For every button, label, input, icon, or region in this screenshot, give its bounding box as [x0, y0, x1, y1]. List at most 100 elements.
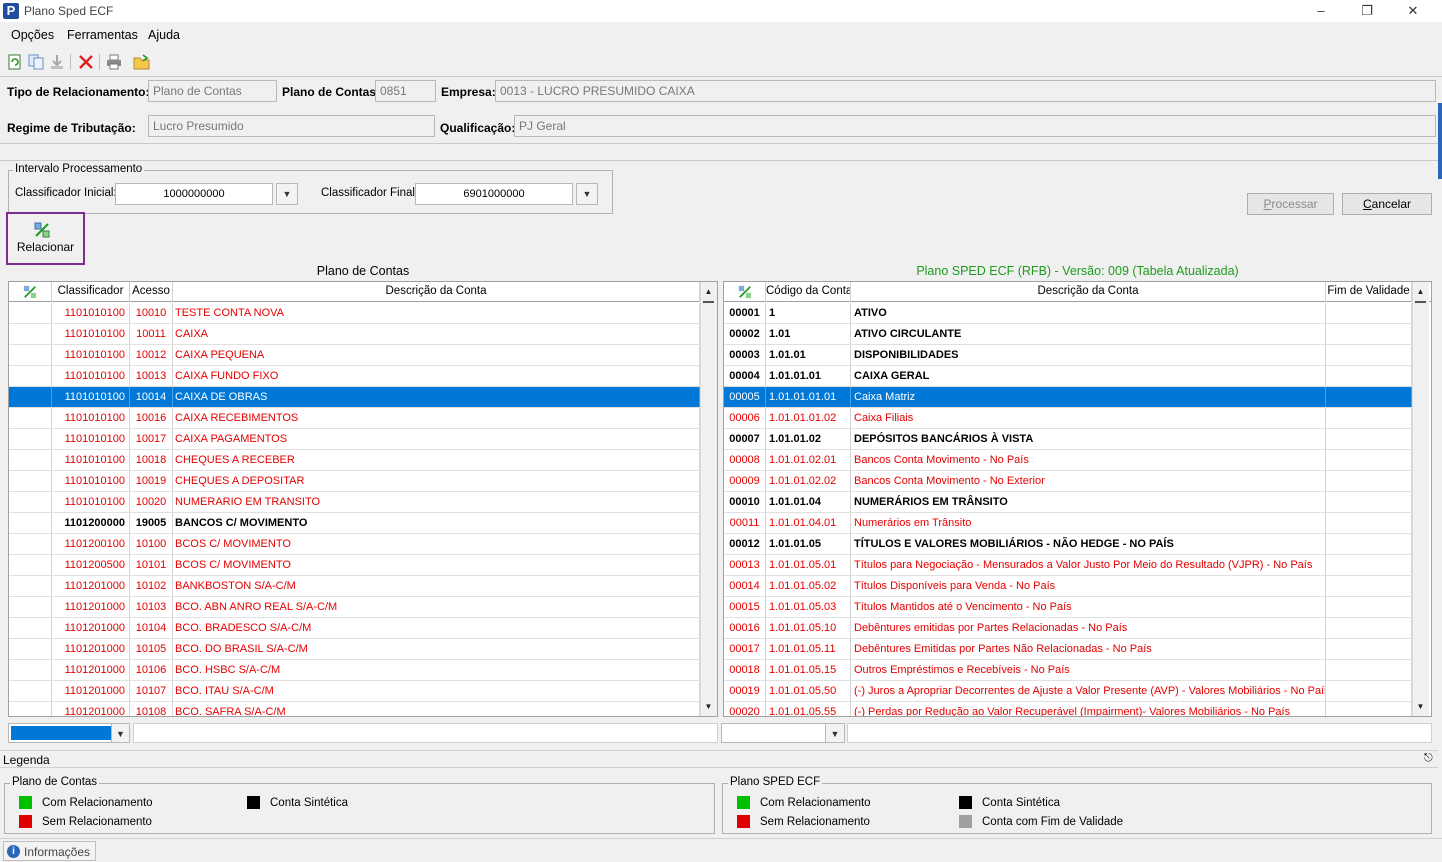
scroll-down-icon[interactable]: ▼: [701, 699, 716, 714]
menu-ajuda[interactable]: Ajuda: [148, 28, 180, 42]
table-row[interactable]: 00016 1.01.01.05.10 Debêntures emitidas po…: [724, 618, 1412, 639]
menu-opcoes[interactable]: Opções: [11, 28, 54, 42]
table-row[interactable]: 1101201000 10106 BCO. HSBC S/A-C/M: [9, 660, 700, 681]
table-row[interactable]: 1101010100 10010 TESTE CONTA NOVA: [9, 303, 700, 324]
table-row[interactable]: 1101010100 10019 CHEQUES A DEPOSITAR: [9, 471, 700, 492]
acesso-cell: 10018: [130, 450, 173, 470]
regime-tributacao-field[interactable]: Lucro Presumido: [148, 115, 435, 137]
table-row[interactable]: 00013 1.01.01.05.01 Títulos para Negociaçã…: [724, 555, 1412, 576]
left-scrollbar[interactable]: ▲ ▼: [700, 282, 717, 716]
table-row[interactable]: 00006 1.01.01.01.02 Caixa Filiais: [724, 408, 1412, 429]
fim-validade-cell: [1326, 555, 1412, 575]
copy-icon[interactable]: [27, 53, 45, 71]
chevron-down-icon[interactable]: ▼: [825, 723, 845, 743]
scroll-up-icon[interactable]: ▲: [1413, 284, 1428, 299]
delete-icon[interactable]: [77, 53, 95, 71]
pin-icon[interactable]: ⎋: [1424, 752, 1433, 765]
header-classificador[interactable]: Classificador: [52, 282, 130, 302]
download-icon[interactable]: [48, 53, 66, 71]
table-row[interactable]: 1101201000 10105 BCO. DO BRASIL S/A-C/M: [9, 639, 700, 660]
table-row[interactable]: 00007 1.01.01.02 DEPÓSITOS BANCÁRIOS À VIS…: [724, 429, 1412, 450]
qualificacao-field[interactable]: PJ Geral: [514, 115, 1436, 137]
codigo-conta-cell: 1.01.01.05.15: [766, 660, 851, 680]
chevron-down-icon[interactable]: ▼: [276, 183, 298, 205]
table-row[interactable]: 00002 1.01 ATIVO CIRCULANTE: [724, 324, 1412, 345]
informacoes-tab[interactable]: i Informações: [3, 841, 96, 861]
relacionar-label: Relacionar: [16, 240, 75, 254]
right-scrollbar[interactable]: ▲ ▼: [1412, 282, 1429, 716]
table-row[interactable]: 00017 1.01.01.05.11 Debêntures Emitidas po…: [724, 639, 1412, 660]
table-row[interactable]: 00003 1.01.01 DISPONIBILIDADES: [724, 345, 1412, 366]
header-descricao[interactable]: Descrição da Conta: [851, 282, 1326, 302]
table-row[interactable]: 1101200500 10101 BCOS C/ MOVIMENTO: [9, 555, 700, 576]
table-row[interactable]: 1101010100 10016 CAIXA RECEBIMENTOS: [9, 408, 700, 429]
relacionar-button[interactable]: Relacionar: [6, 212, 85, 265]
scroll-thumb[interactable]: [703, 301, 714, 303]
table-row[interactable]: 00020 1.01.01.05.55 (-) Perdas por Redução…: [724, 702, 1412, 716]
fim-validade-cell: [1326, 492, 1412, 512]
open-folder-icon[interactable]: [133, 53, 151, 71]
table-row[interactable]: 1101201000 10108 BCO. SAFRA S/A-C/M: [9, 702, 700, 716]
processar-button[interactable]: Processar: [1247, 193, 1334, 215]
minimize-icon[interactable]: –: [1298, 0, 1344, 22]
table-row[interactable]: 1101201000 10107 BCO. ITAU S/A-C/M: [9, 681, 700, 702]
menu-ferramentas[interactable]: Ferramentas: [67, 28, 138, 42]
restore-icon[interactable]: ❐: [1344, 0, 1390, 22]
scroll-up-icon[interactable]: ▲: [701, 284, 716, 299]
table-row[interactable]: 1101010100 10011 CAIXA: [9, 324, 700, 345]
codigo-conta-cell: 1.01.01.05.11: [766, 639, 851, 659]
chevron-down-icon[interactable]: ▼: [111, 723, 130, 743]
table-row[interactable]: 00011 1.01.01.04.01 Numerários em Trânsito: [724, 513, 1412, 534]
table-row[interactable]: 00012 1.01.01.05 TÍTULOS E VALORES MOBILIÁ…: [724, 534, 1412, 555]
table-row[interactable]: 00015 1.01.01.05.03 Títulos Mantidos até o…: [724, 597, 1412, 618]
empresa-field[interactable]: 0013 - LUCRO PRESUMIDO CAIXA: [495, 80, 1436, 102]
table-row[interactable]: 1101010100 10013 CAIXA FUNDO FIXO: [9, 366, 700, 387]
table-row[interactable]: 1101010100 10012 CAIXA PEQUENA: [9, 345, 700, 366]
table-row[interactable]: 00008 1.01.01.02.01 Bancos Conta Movimento…: [724, 450, 1412, 471]
table-row[interactable]: 00001 1 ATIVO: [724, 303, 1412, 324]
table-row[interactable]: 00009 1.01.01.02.02 Bancos Conta Movimento…: [724, 471, 1412, 492]
print-icon[interactable]: [105, 53, 123, 71]
table-row[interactable]: 1101201000 10104 BCO. BRADESCO S/A-C/M: [9, 618, 700, 639]
toolbar-separator: [99, 54, 100, 70]
tipo-relacionamento-label: Tipo de Relacionamento:: [7, 85, 150, 99]
relate-icon[interactable]: [724, 282, 766, 302]
cancelar-button[interactable]: Cancelar: [1342, 193, 1432, 215]
table-row[interactable]: 00010 1.01.01.04 NUMERÁRIOS EM TRÂNSITO: [724, 492, 1412, 513]
classificador-inicial-input[interactable]: 1000000000: [115, 183, 273, 205]
table-row[interactable]: 1101010100 10018 CHEQUES A RECEBER: [9, 450, 700, 471]
table-row[interactable]: 1101201000 10103 BCO. ABN ANRO REAL S/A-C/…: [9, 597, 700, 618]
right-filter-select[interactable]: [721, 723, 826, 743]
refresh-icon[interactable]: [6, 53, 24, 71]
table-row[interactable]: 1101010100 10017 CAIXA PAGAMENTOS: [9, 429, 700, 450]
close-icon[interactable]: ✕: [1390, 0, 1436, 22]
table-row[interactable]: 00004 1.01.01.01 CAIXA GERAL: [724, 366, 1412, 387]
header-acesso[interactable]: Acesso: [130, 282, 173, 302]
table-row[interactable]: 1101010100 10014 CAIXA DE OBRAS: [9, 387, 700, 408]
header-fim-validade[interactable]: Fim de Validade: [1326, 282, 1412, 302]
table-row[interactable]: 00018 1.01.01.05.15 Outros Empréstimos e R…: [724, 660, 1412, 681]
header-descricao[interactable]: Descrição da Conta: [173, 282, 700, 302]
left-filter-select[interactable]: [8, 723, 112, 743]
chevron-down-icon[interactable]: ▼: [576, 183, 598, 205]
scroll-down-icon[interactable]: ▼: [1413, 699, 1428, 714]
plano-contas-field[interactable]: 0851: [375, 80, 436, 102]
table-row[interactable]: 00005 1.01.01.01.01 Caixa Matriz: [724, 387, 1412, 408]
scroll-thumb[interactable]: [1415, 301, 1426, 303]
table-row[interactable]: 1101200100 10100 BCOS C/ MOVIMENTO: [9, 534, 700, 555]
table-row[interactable]: 1101200000 19005 BANCOS C/ MOVIMENTO: [9, 513, 700, 534]
classificador-cell: 1101201000: [52, 639, 130, 659]
classificador-cell: 1101010100: [52, 324, 130, 344]
table-row[interactable]: 1101010100 10020 NUMERARIO EM TRANSITO: [9, 492, 700, 513]
table-row[interactable]: 00019 1.01.01.05.50 (-) Juros a Apropriar …: [724, 681, 1412, 702]
right-filter-input[interactable]: [847, 723, 1432, 743]
classificador-final-input[interactable]: 6901000000: [415, 183, 573, 205]
relate-icon[interactable]: [9, 282, 52, 302]
left-filter-input[interactable]: [133, 723, 718, 743]
plano-contas-grid: Classificador Acesso Descrição da Conta …: [8, 281, 718, 717]
classificador-final-label: Classificador Final:: [321, 187, 419, 199]
header-codigo-conta[interactable]: Código da Conta: [766, 282, 851, 302]
table-row[interactable]: 00014 1.01.01.05.02 Títulos Disponíveis pa…: [724, 576, 1412, 597]
table-row[interactable]: 1101201000 10102 BANKBOSTON S/A-C/M: [9, 576, 700, 597]
tipo-relacionamento-field[interactable]: Plano de Contas: [148, 80, 277, 102]
